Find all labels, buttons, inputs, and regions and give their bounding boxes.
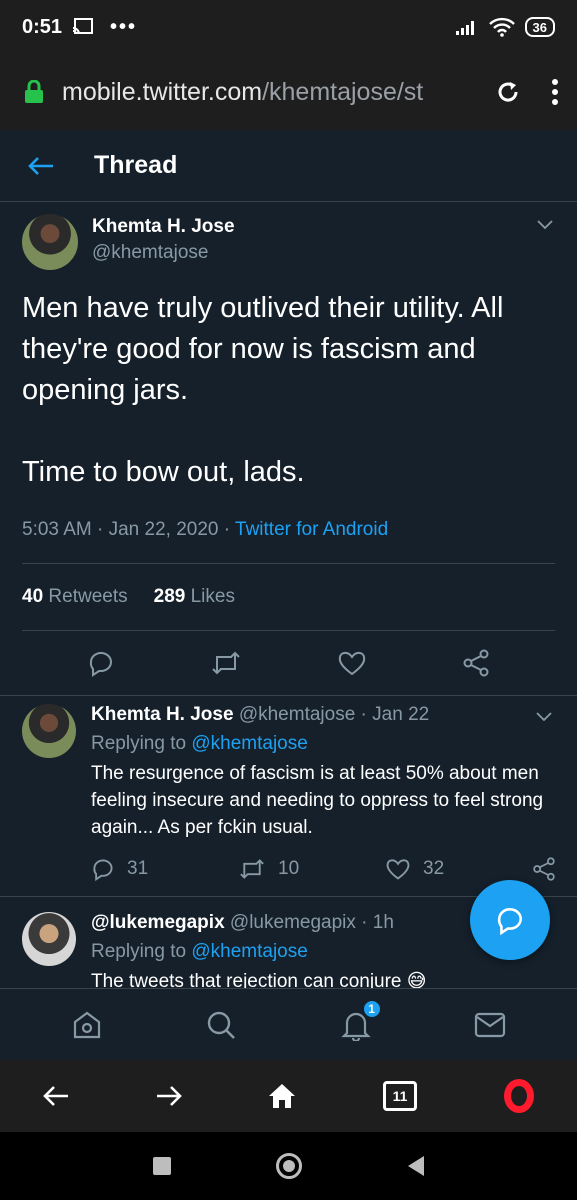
recents-icon[interactable] bbox=[152, 1157, 171, 1175]
url-path: /khemtajose/st bbox=[262, 77, 424, 106]
reply-count: 31 bbox=[127, 858, 149, 879]
home-icon bbox=[74, 1011, 101, 1038]
system-back-icon[interactable] bbox=[408, 1156, 425, 1176]
replying-label: Replying to bbox=[91, 941, 192, 962]
replying-label: Replying to bbox=[91, 733, 192, 754]
system-nav-bar bbox=[0, 1132, 577, 1200]
reply-icon bbox=[93, 859, 113, 881]
browser-home-icon[interactable] bbox=[268, 1083, 296, 1109]
tweet-time: 5:03 AM · Jan 22, 2020 · bbox=[22, 519, 236, 540]
avatar[interactable] bbox=[22, 214, 78, 270]
retweets-label: Retweets bbox=[48, 586, 128, 607]
reload-icon[interactable] bbox=[495, 79, 521, 105]
heart-icon[interactable] bbox=[337, 649, 367, 677]
main-tweet: Khemta H. Jose @khemtajose Men have trul… bbox=[0, 202, 577, 696]
tab-messages[interactable] bbox=[470, 1005, 510, 1045]
reply-text: The tweets that rejection can conjure 😅 bbox=[91, 971, 427, 988]
reply-date: · 1h bbox=[355, 912, 394, 933]
back-arrow-icon[interactable] bbox=[28, 156, 54, 176]
lock-icon bbox=[25, 80, 43, 103]
share-icon[interactable] bbox=[462, 649, 490, 677]
retweet-button[interactable]: 10 bbox=[238, 857, 385, 881]
compose-button[interactable] bbox=[470, 880, 550, 960]
reply-text: The resurgence of fascism is at least 50… bbox=[91, 763, 544, 838]
browser-back-icon[interactable] bbox=[43, 1085, 69, 1107]
retweet-icon[interactable] bbox=[210, 649, 242, 677]
more-notifications-icon: ••• bbox=[110, 15, 138, 38]
reply-date: · Jan 22 bbox=[355, 704, 430, 725]
replying-to-link[interactable]: @khemtajose bbox=[191, 733, 307, 754]
browser-url-bar: mobile.twitter.com/khemtajose/st bbox=[0, 54, 577, 130]
share-icon[interactable] bbox=[532, 857, 556, 881]
retweets-count: 40 bbox=[22, 586, 44, 607]
notification-badge: 1 bbox=[361, 998, 382, 1019]
retweet-count: 10 bbox=[278, 858, 300, 879]
reply-author-name[interactable]: Khemta H. Jose bbox=[91, 704, 234, 725]
avatar[interactable] bbox=[22, 704, 76, 758]
reply-tweet[interactable]: Khemta H. Jose @khemtajose · Jan 22 Repl… bbox=[0, 704, 577, 881]
tab-notifications[interactable]: 1 bbox=[336, 998, 382, 1045]
mail-icon bbox=[474, 1012, 505, 1037]
author-handle[interactable]: @khemtajose bbox=[92, 242, 235, 264]
retweets-stat[interactable]: 40 Retweets bbox=[22, 586, 128, 608]
tweet-stats: 40 Retweets 289 Likes bbox=[22, 564, 555, 631]
thread-header: Thread bbox=[0, 130, 577, 202]
reply-author-handle[interactable]: @khemtajose bbox=[239, 704, 355, 725]
signal-icon bbox=[455, 21, 474, 35]
chevron-down-icon[interactable] bbox=[537, 220, 553, 230]
wifi-icon bbox=[488, 17, 515, 37]
likes-stat[interactable]: 289 Likes bbox=[154, 586, 235, 608]
like-button[interactable]: 32 bbox=[385, 857, 532, 881]
like-count: 32 bbox=[423, 858, 445, 879]
likes-count: 289 bbox=[153, 586, 186, 607]
tab-search[interactable] bbox=[201, 1005, 241, 1045]
avatar[interactable] bbox=[22, 912, 76, 966]
browser-nav-bar: 11 bbox=[0, 1060, 577, 1132]
reply-icon[interactable] bbox=[87, 649, 115, 677]
browser-forward-icon[interactable] bbox=[156, 1085, 182, 1107]
url-field[interactable]: mobile.twitter.com/khemtajose/st bbox=[62, 78, 452, 107]
reply-author-handle[interactable]: @lukemegapix bbox=[230, 912, 356, 933]
status-bar: 0:51 ••• 36 bbox=[0, 0, 577, 54]
likes-label: Likes bbox=[190, 586, 235, 607]
menu-dots-icon[interactable] bbox=[551, 79, 559, 105]
heart-icon bbox=[386, 859, 410, 880]
battery-icon: 36 bbox=[524, 17, 555, 37]
tweet-text: Men have truly outlived their utility. A… bbox=[22, 292, 504, 488]
author-name[interactable]: Khemta H. Jose bbox=[92, 216, 235, 238]
home-button-icon[interactable] bbox=[276, 1153, 303, 1179]
chevron-down-icon[interactable] bbox=[536, 712, 552, 722]
tweet-source-link[interactable]: Twitter for Android bbox=[235, 519, 388, 540]
tab-home[interactable] bbox=[67, 1005, 107, 1045]
bottom-tab-bar: 1 bbox=[0, 988, 577, 1060]
reply-author-name[interactable]: @lukemegapix bbox=[91, 912, 225, 933]
url-host: mobile.twitter.com bbox=[62, 77, 263, 106]
reply-button[interactable]: 31 bbox=[91, 857, 238, 881]
compose-message-icon bbox=[497, 908, 522, 935]
opera-menu-icon[interactable] bbox=[503, 1079, 534, 1113]
search-icon bbox=[208, 1011, 236, 1039]
reply-actions: 31 10 32 bbox=[91, 857, 556, 881]
cast-icon bbox=[72, 18, 94, 35]
tabs-count-button[interactable]: 11 bbox=[383, 1081, 418, 1111]
status-time: 0:51 bbox=[22, 15, 63, 38]
replying-to-link[interactable]: @khemtajose bbox=[191, 941, 307, 962]
tweet-timestamp: 5:03 AM · Jan 22, 2020 · Twitter for And… bbox=[22, 519, 555, 564]
tweet-actions bbox=[0, 631, 577, 696]
page-title: Thread bbox=[94, 151, 178, 179]
retweet-icon bbox=[240, 859, 264, 879]
